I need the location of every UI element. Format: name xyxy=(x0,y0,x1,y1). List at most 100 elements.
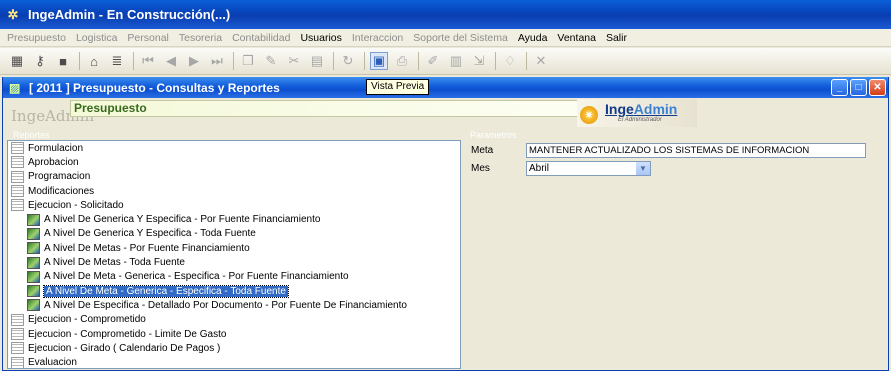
mes-label: Mes xyxy=(471,163,490,174)
reports-tree[interactable]: Formulacion Aprobacion Programacion Modi… xyxy=(7,140,461,369)
preview-icon[interactable]: ▣ xyxy=(370,52,388,70)
window-controls: _ □ ✕ xyxy=(831,79,886,96)
tree-node-label: Aprobacion xyxy=(28,156,79,168)
report-icon xyxy=(27,270,40,283)
menu-item-usuarios[interactable]: Usuarios xyxy=(295,32,346,44)
minimize-button[interactable]: _ xyxy=(831,79,848,96)
menu-item-tesoreria[interactable]: Tesoreria xyxy=(174,32,227,44)
tree-leaf-selected[interactable]: A Nivel De Meta - Generica - Especifica … xyxy=(8,284,460,298)
parameters-pane: Parametros Meta MANTENER ACTUALIZADO LOS… xyxy=(464,130,884,369)
tree-node[interactable]: Modificaciones xyxy=(8,184,460,198)
tree-node[interactable]: Evaluacion xyxy=(8,355,460,369)
window-icon: ▨ xyxy=(9,80,21,95)
tree-leaf[interactable]: A Nivel De Metas - Por Fuente Financiami… xyxy=(8,241,460,255)
menu-item-contabilidad[interactable]: Contabilidad xyxy=(227,32,295,44)
tree-leaf-label: A Nivel De Meta - Generica - Especifica … xyxy=(44,271,349,283)
stack-icon[interactable]: ■ xyxy=(54,52,72,70)
window-banner: IngeAdmin Presupuesto ✷ IngeAdmin El Adm… xyxy=(3,98,888,131)
ingeadmin-logo: ✷ IngeAdmin El Administrador xyxy=(577,99,697,127)
report-icon xyxy=(27,213,40,226)
tree-leaf-label: A Nivel De Metas - Toda Fuente xyxy=(44,257,185,269)
toolbar-separator xyxy=(364,52,365,70)
last-icon[interactable]: ⏭ xyxy=(208,52,226,70)
menu-item-ventana[interactable]: Ventana xyxy=(552,32,601,44)
save-icon[interactable]: ▤ xyxy=(308,52,326,70)
meta-field[interactable]: MANTENER ACTUALIZADO LOS SISTEMAS DE INF… xyxy=(526,143,866,158)
toolbar-separator xyxy=(233,52,234,70)
report-icon xyxy=(27,299,40,312)
tree-node[interactable]: Ejecucion - Comprometido - Limite De Gas… xyxy=(8,327,460,341)
menu-item-soporte[interactable]: Soporte del Sistema xyxy=(408,32,513,44)
tree-node-label: Modificaciones xyxy=(28,185,95,197)
first-icon[interactable]: ⏮ xyxy=(139,52,157,70)
menu-item-ayuda[interactable]: Ayuda xyxy=(513,32,553,44)
toolbar-separator xyxy=(133,52,134,70)
tree-node[interactable]: Ejecucion - Solicitado xyxy=(8,198,460,212)
report-icon xyxy=(27,227,40,240)
tree-node[interactable]: Formulacion xyxy=(8,141,460,155)
edit-icon[interactable]: ✎ xyxy=(262,52,280,70)
grid-icon[interactable]: ▥ xyxy=(447,52,465,70)
tree-node[interactable]: Ejecucion - Comprometido xyxy=(8,313,460,327)
tree-leaf-label: A Nivel De Metas - Por Fuente Financiami… xyxy=(44,242,250,254)
tree-node-label: Evaluacion xyxy=(28,357,77,369)
maximize-button[interactable]: □ xyxy=(850,79,867,96)
report-folder-icon xyxy=(11,142,24,155)
calculator-icon[interactable]: ▦ xyxy=(8,52,26,70)
logo-text-admin: Admin xyxy=(633,101,678,117)
chevron-down-icon[interactable]: ▼ xyxy=(636,162,650,175)
reports-pane: Reportes Formulacion Aprobacion Programa… xyxy=(7,130,461,369)
logo-text-inge: Inge xyxy=(605,101,634,117)
next-icon[interactable]: ▶ xyxy=(185,52,203,70)
prev-icon[interactable]: ◀ xyxy=(162,52,180,70)
tree-leaf[interactable]: A Nivel De Generica Y Especifica - Por F… xyxy=(8,212,460,226)
menu-item-salir[interactable]: Salir xyxy=(601,32,632,44)
logo-text: IngeAdmin xyxy=(605,101,677,117)
tree-node[interactable]: Aprobacion xyxy=(8,155,460,169)
reports-legend: Reportes xyxy=(13,130,50,140)
window-title-bar[interactable]: ▨ [ 2011 ] Presupuesto - Consultas y Rep… xyxy=(3,77,888,98)
tree-node-label: Ejecucion - Solicitado xyxy=(28,199,124,211)
toolbar: ▦ ⚷ ■ ⌂ ≣ ⏮ ◀ ▶ ⏭ ❐ ✎ ✂ ▤ ↻ ▣ ⎙ ✐ ▥ ⇲ ♢ … xyxy=(0,48,891,75)
app-title-bar: ✲ IngeAdmin - En Construcción(...) xyxy=(0,0,891,29)
new-icon[interactable]: ❐ xyxy=(239,52,257,70)
menu-item-presupuesto[interactable]: Presupuesto xyxy=(2,32,71,44)
report-icon xyxy=(27,285,40,298)
menu-item-interaccion[interactable]: Interaccion xyxy=(347,32,408,44)
report-folder-icon xyxy=(11,170,24,183)
tree-leaf[interactable]: A Nivel De Meta - Generica - Especifica … xyxy=(8,270,460,284)
tree-leaf-label: A Nivel De Meta - Generica - Especifica … xyxy=(43,284,289,298)
cut-icon[interactable]: ✂ xyxy=(285,52,303,70)
parameters-legend: Parametros xyxy=(470,130,517,140)
key-icon[interactable]: ⚷ xyxy=(31,52,49,70)
tree-leaf-label: A Nivel De Generica Y Especifica - Toda … xyxy=(44,228,256,240)
report-folder-icon xyxy=(11,342,24,355)
app-title: IngeAdmin - En Construcción(...) xyxy=(28,7,231,22)
print-icon[interactable]: ⎙ xyxy=(393,52,411,70)
tree-node[interactable]: Programacion xyxy=(8,170,460,184)
export-icon[interactable]: ⇲ xyxy=(470,52,488,70)
report-folder-icon xyxy=(11,313,24,326)
menu-item-personal[interactable]: Personal xyxy=(122,32,173,44)
bank-icon[interactable]: ⌂ xyxy=(85,52,103,70)
tree-leaf[interactable]: A Nivel De Generica Y Especifica - Toda … xyxy=(8,227,460,241)
tools-icon[interactable]: ✐ xyxy=(424,52,442,70)
close-icon[interactable]: ✕ xyxy=(532,52,550,70)
tree-leaf[interactable]: A Nivel De Metas - Toda Fuente xyxy=(8,255,460,269)
tree-leaf-label: A Nivel De Especifica - Detallado Por Do… xyxy=(44,299,407,311)
tree-node[interactable]: Ejecucion - Girado ( Calendario De Pagos… xyxy=(8,341,460,355)
menu-item-logistica[interactable]: Logistica xyxy=(71,32,122,44)
app-icon: ✲ xyxy=(7,6,19,22)
tree-leaf-label: A Nivel De Generica Y Especifica - Por F… xyxy=(44,214,321,226)
tree-leaf[interactable]: A Nivel De Especifica - Detallado Por Do… xyxy=(8,298,460,312)
link-icon[interactable]: ♢ xyxy=(501,52,519,70)
report-window: ▨ [ 2011 ] Presupuesto - Consultas y Rep… xyxy=(2,77,889,371)
toolbar-separator xyxy=(79,52,80,70)
list-icon[interactable]: ≣ xyxy=(108,52,126,70)
report-folder-icon xyxy=(11,185,24,198)
refresh-icon[interactable]: ↻ xyxy=(339,52,357,70)
tree-node-label: Programacion xyxy=(28,171,91,183)
close-window-button[interactable]: ✕ xyxy=(869,79,886,96)
report-folder-icon xyxy=(11,356,24,368)
mes-select[interactable]: Abril ▼ xyxy=(526,161,651,176)
